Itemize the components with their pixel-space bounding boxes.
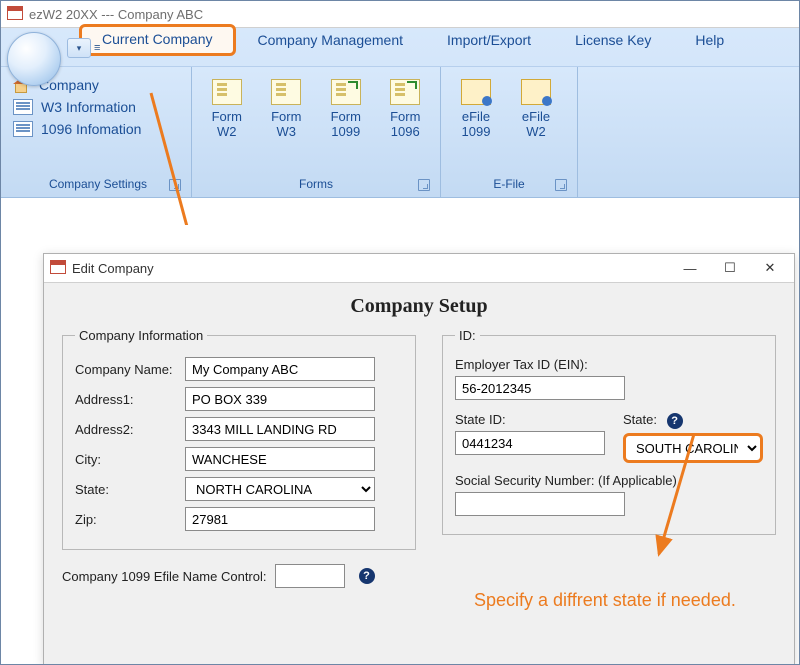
row-efile-name-control: Company 1099 Efile Name Control: ?: [62, 564, 776, 588]
dialog-launcher-icon[interactable]: [555, 179, 567, 191]
select-company-state[interactable]: NORTH CAROLINA: [185, 477, 375, 501]
menu-company-management[interactable]: Company Management: [236, 26, 426, 56]
input-state-id[interactable]: [455, 431, 605, 455]
select-employer-state[interactable]: SOUTH CAROLINA: [623, 433, 763, 463]
label-zip: Zip:: [75, 512, 185, 527]
button-efile-1099[interactable]: eFile 1099: [449, 73, 503, 139]
help-icon[interactable]: ?: [359, 568, 375, 584]
input-address1[interactable]: [185, 387, 375, 411]
form-icon: [331, 79, 361, 105]
app-icon: [7, 6, 23, 22]
menu-row: Current Company Company Management Impor…: [1, 28, 799, 56]
ribbon-top-row: ▾ ≡ Current Company Company Management I…: [1, 28, 799, 66]
button-label: Form 1099: [331, 109, 361, 139]
close-icon: ✕: [765, 260, 776, 276]
group-caption: E-File: [449, 175, 569, 195]
ribbon-group-forms: Form W2 Form W3 Form 1099 Form 1096: [192, 67, 441, 197]
app-window: ezW2 20XX --- Company ABC ▾ ≡ Current Co…: [0, 0, 800, 665]
input-ssn[interactable]: [455, 492, 625, 516]
label-state: State: ?: [623, 412, 763, 429]
orb-dropdown[interactable]: ▾: [67, 38, 91, 58]
label-company-name: Company Name:: [75, 362, 185, 377]
ribbon-groups: Company W3 Information 1096 Infomation: [1, 66, 799, 197]
ribbon-spacer: [578, 67, 799, 197]
menu-license-key[interactable]: License Key: [553, 26, 673, 56]
input-company-name[interactable]: [185, 357, 375, 381]
subwindow-titlebar: Edit Company — ☐ ✕: [44, 254, 794, 283]
button-label: eFile W2: [522, 109, 550, 139]
menu-current-company[interactable]: Current Company: [79, 24, 236, 56]
app-icon: [50, 260, 66, 277]
ribbon: ▾ ≡ Current Company Company Management I…: [1, 28, 799, 198]
group-caption: Company Settings: [13, 175, 183, 195]
annotation-state-note: Specify a diffrent state if needed.: [474, 589, 774, 612]
doc-icon: [13, 121, 33, 137]
form-icon: [212, 79, 242, 105]
efile-icon: [461, 79, 491, 105]
input-address2[interactable]: [185, 417, 375, 441]
button-form-1096[interactable]: Form 1096: [379, 73, 433, 139]
group-caption-text: Company Settings: [49, 177, 147, 191]
button-form-1099[interactable]: Form 1099: [319, 73, 373, 139]
label-state: State:: [75, 482, 185, 497]
legend-id: ID:: [455, 328, 480, 343]
group-caption-text: Forms: [299, 177, 333, 191]
subwindow-title: Edit Company: [72, 261, 154, 276]
maximize-button[interactable]: ☐: [710, 256, 750, 280]
input-city[interactable]: [185, 447, 375, 471]
label-city: City:: [75, 452, 185, 467]
help-icon[interactable]: ?: [667, 413, 683, 429]
form-icon: [271, 79, 301, 105]
group-caption: Forms: [200, 175, 432, 195]
nav-label: 1096 Infomation: [41, 121, 141, 137]
workspace: Edit Company — ☐ ✕ Company Setup Company…: [1, 225, 799, 664]
button-label: Form 1096: [390, 109, 420, 139]
ribbon-group-efile: eFile 1099 eFile W2 E-File: [441, 67, 578, 197]
minimize-icon: —: [684, 261, 697, 276]
form-icon: [390, 79, 420, 105]
ribbon-group-company-settings: Company W3 Information 1096 Infomation: [1, 67, 192, 197]
menu-import-export[interactable]: Import/Export: [425, 26, 553, 56]
button-efile-w2[interactable]: eFile W2: [509, 73, 563, 139]
minimize-button[interactable]: —: [670, 256, 710, 280]
label-ssn: Social Security Number: (If Applicable): [455, 473, 677, 488]
orb-button[interactable]: [7, 32, 61, 86]
subwindow-body: Company Setup Company Information Compan…: [44, 283, 794, 596]
nav-w3-information[interactable]: W3 Information: [13, 99, 141, 115]
nav-label: W3 Information: [41, 99, 136, 115]
maximize-icon: ☐: [724, 260, 736, 276]
button-form-w2[interactable]: Form W2: [200, 73, 254, 139]
dialog-launcher-icon[interactable]: [418, 179, 430, 191]
label-state-id: State ID:: [455, 412, 605, 427]
menu-help[interactable]: Help: [673, 26, 746, 56]
edit-company-window: Edit Company — ☐ ✕ Company Setup Company…: [43, 253, 795, 665]
fieldset-company-information: Company Information Company Name: Addres…: [62, 328, 416, 550]
qat-customize-icon[interactable]: ≡: [94, 42, 100, 54]
button-label: Form W2: [212, 109, 242, 139]
input-ein[interactable]: [455, 376, 625, 400]
nav-1096-information[interactable]: 1096 Infomation: [13, 121, 141, 137]
label-efile-name-control: Company 1099 Efile Name Control:: [62, 569, 267, 584]
fieldset-id: ID: Employer Tax ID (EIN): State ID:: [442, 328, 776, 535]
group-caption-text: E-File: [493, 177, 524, 191]
button-label: Form W3: [271, 109, 301, 139]
heading-company-setup: Company Setup: [62, 295, 776, 318]
dialog-launcher-icon[interactable]: [169, 179, 181, 191]
label-state-text: State:: [623, 412, 657, 427]
chevron-down-icon: ▾: [77, 43, 82, 54]
label-address1: Address1:: [75, 392, 185, 407]
efile-icon: [521, 79, 551, 105]
input-zip[interactable]: [185, 507, 375, 531]
window-buttons: — ☐ ✕: [670, 256, 790, 280]
button-form-w3[interactable]: Form W3: [260, 73, 314, 139]
close-button[interactable]: ✕: [750, 256, 790, 280]
label-address2: Address2:: [75, 422, 185, 437]
input-efile-name-control[interactable]: [275, 564, 345, 588]
legend-company-information: Company Information: [75, 328, 207, 343]
label-ein: Employer Tax ID (EIN):: [455, 357, 588, 372]
button-label: eFile 1099: [462, 109, 491, 139]
doc-icon: [13, 99, 33, 115]
app-title: ezW2 20XX --- Company ABC: [29, 7, 203, 22]
